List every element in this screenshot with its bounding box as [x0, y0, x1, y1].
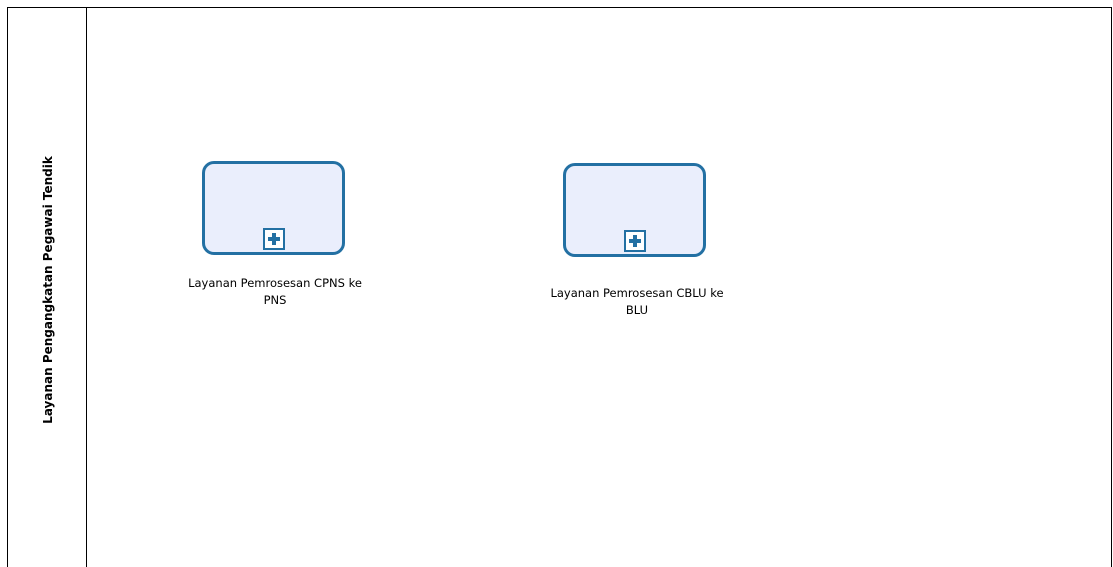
task-label-line: BLU	[625, 303, 649, 317]
task-label-line: Layanan Pemrosesan CBLU ke	[550, 286, 724, 300]
subprocess-plus-icon[interactable]	[263, 228, 285, 250]
task-label-cpns: Layanan Pemrosesan CPNS ke PNS	[145, 275, 405, 309]
subprocess-plus-icon[interactable]	[624, 230, 646, 252]
task-label-cblu: Layanan Pemrosesan CBLU ke BLU	[507, 285, 767, 319]
subprocess-task-cblu[interactable]	[563, 163, 706, 257]
lane-title: Layanan Pengangkatan Pegawai Tendik	[41, 156, 55, 424]
subprocess-task-cpns[interactable]	[202, 161, 345, 255]
task-label-line: Layanan Pemrosesan CPNS ke	[188, 276, 362, 290]
task-label-line: PNS	[263, 293, 287, 307]
lane-header[interactable]: Layanan Pengangkatan Pegawai Tendik	[8, 8, 87, 567]
